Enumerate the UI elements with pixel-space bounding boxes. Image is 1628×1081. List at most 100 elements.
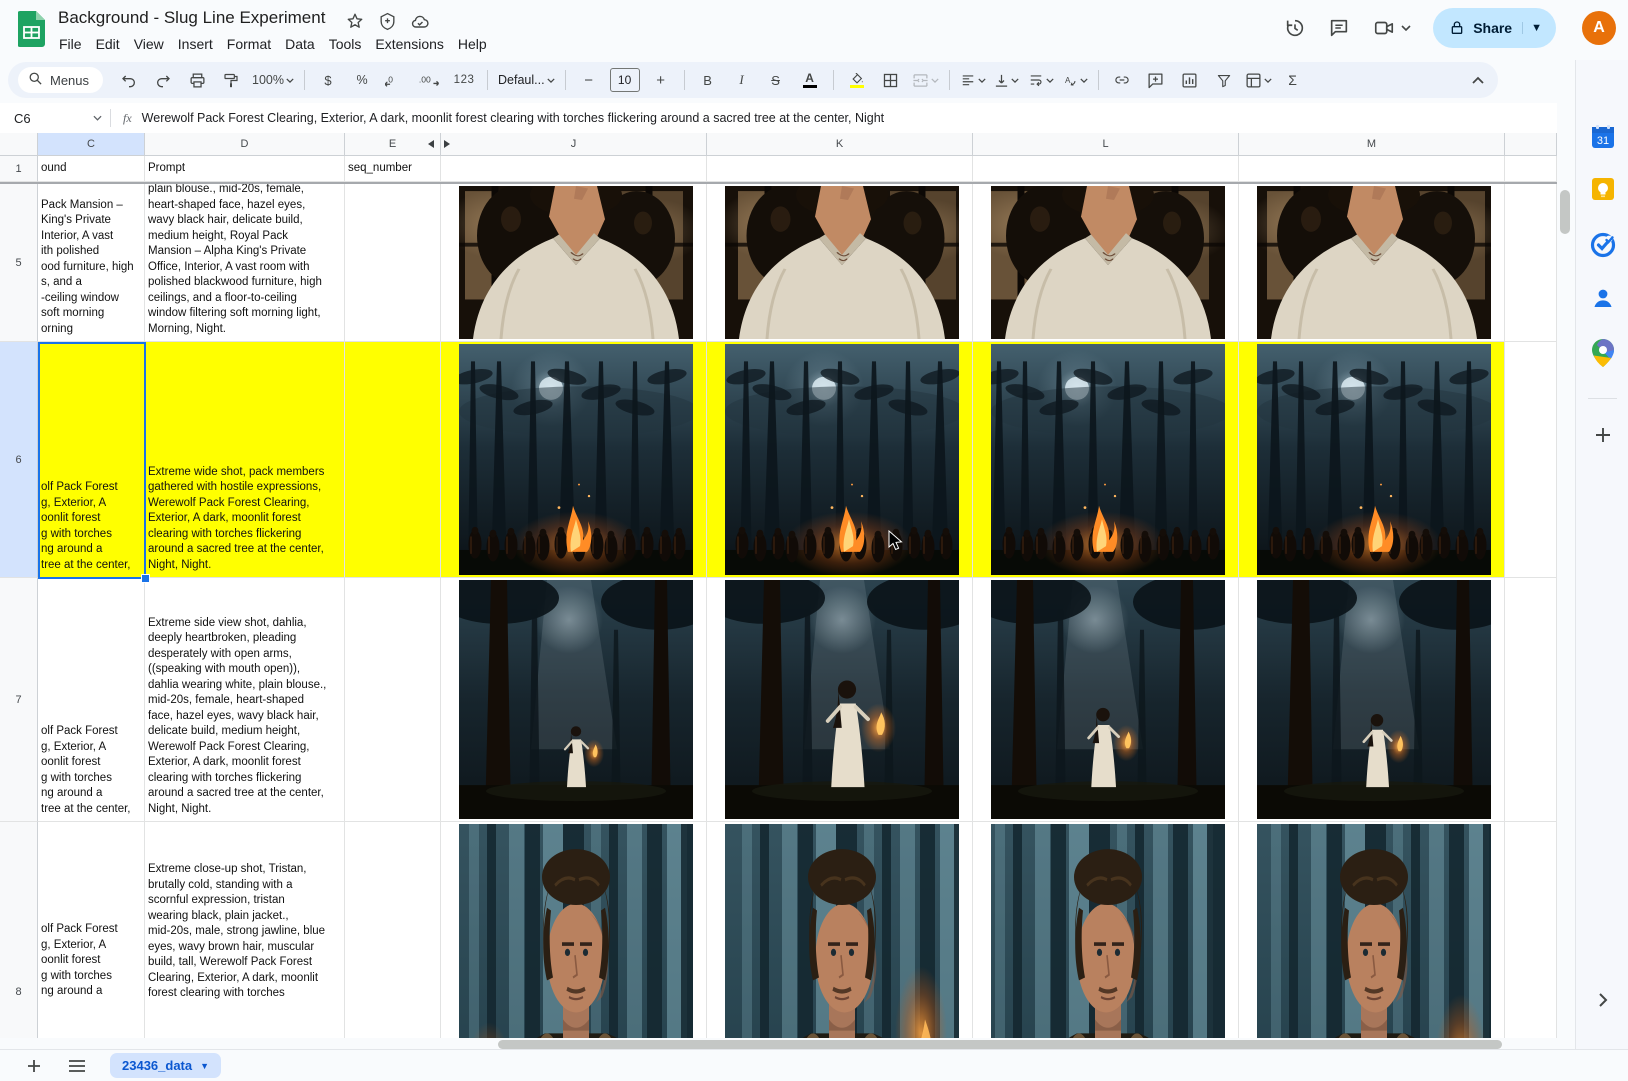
- column-header-E[interactable]: E: [345, 133, 441, 156]
- toolbar-search[interactable]: Menus: [18, 67, 104, 93]
- share-button[interactable]: Share ▼: [1433, 8, 1556, 48]
- cell-n6[interactable]: [1505, 342, 1557, 578]
- cell-n1[interactable]: [1505, 156, 1557, 182]
- comments-icon[interactable]: [1328, 17, 1350, 39]
- insert-chart-button[interactable]: [1174, 67, 1206, 93]
- cell-image-forest-bonfire[interactable]: [991, 344, 1225, 575]
- star-icon[interactable]: [346, 12, 364, 30]
- menu-edit[interactable]: Edit: [89, 33, 127, 55]
- cell-image-forest-woman[interactable]: [725, 580, 959, 819]
- cell-M7[interactable]: [1239, 578, 1505, 822]
- meet-camera-icon[interactable]: [1372, 17, 1396, 39]
- cell-J6[interactable]: [441, 342, 707, 578]
- show-side-panel-icon[interactable]: [1598, 992, 1608, 1008]
- increase-decimal-button[interactable]: .00: [414, 67, 446, 93]
- font-select[interactable]: Defaul...: [495, 67, 558, 93]
- all-sheets-icon[interactable]: [68, 1059, 86, 1073]
- cell-K6[interactable]: [707, 342, 973, 578]
- name-box[interactable]: C6: [0, 111, 110, 126]
- column-header-M[interactable]: M: [1239, 133, 1505, 156]
- cell-L1[interactable]: [973, 156, 1239, 182]
- cell-J1[interactable]: [441, 156, 707, 182]
- cell-image-woman-blouse[interactable]: [725, 186, 959, 339]
- horizontal-align-button[interactable]: [957, 67, 989, 93]
- cell-D8[interactable]: Extreme close-up shot, Tristan, brutally …: [145, 822, 345, 1038]
- tasks-icon[interactable]: [1590, 232, 1616, 258]
- row-header-5[interactable]: 5: [0, 184, 38, 342]
- cell-D7[interactable]: Extreme side view shot, dahlia, deeply he…: [145, 578, 345, 822]
- cell-C1[interactable]: ound: [38, 156, 145, 182]
- zoom-select[interactable]: 100%: [249, 67, 297, 93]
- cell-D6[interactable]: Extreme wide shot, pack members gathered …: [145, 342, 345, 578]
- cell-image-forest-bonfire[interactable]: [725, 344, 959, 575]
- cell-E6[interactable]: 4: [345, 342, 441, 578]
- cell-K7[interactable]: [707, 578, 973, 822]
- select-all-corner[interactable]: [0, 133, 38, 156]
- menu-file[interactable]: File: [52, 33, 89, 55]
- cell-image-man-portrait[interactable]: [725, 824, 959, 1038]
- cell-image-man-portrait[interactable]: [459, 824, 693, 1038]
- menu-data[interactable]: Data: [278, 33, 322, 55]
- vertical-scrollbar[interactable]: [1560, 190, 1570, 234]
- cell-K1[interactable]: [707, 156, 973, 182]
- format-percent-button[interactable]: %: [346, 67, 378, 93]
- merge-cells-button[interactable]: [909, 67, 942, 93]
- document-title[interactable]: Background - Slug Line Experiment: [58, 8, 325, 28]
- cell-image-woman-blouse[interactable]: [1257, 186, 1491, 339]
- maps-icon[interactable]: [1591, 339, 1614, 367]
- calendar-icon[interactable]: 31: [1590, 124, 1616, 150]
- horizontal-scrollbar[interactable]: [498, 1040, 1502, 1049]
- format-currency-button[interactable]: $: [312, 67, 344, 93]
- borders-button[interactable]: [875, 67, 907, 93]
- table-button[interactable]: [1242, 67, 1275, 93]
- row-header-8[interactable]: 8: [0, 822, 38, 1038]
- cell-image-woman-blouse[interactable]: [991, 186, 1225, 339]
- menu-help[interactable]: Help: [451, 33, 494, 55]
- cell-J7[interactable]: [441, 578, 707, 822]
- fill-handle[interactable]: [141, 574, 150, 583]
- hidden-columns-right-marker[interactable]: [444, 140, 450, 148]
- sheets-logo-icon[interactable]: [18, 11, 45, 47]
- bold-button[interactable]: B: [692, 67, 724, 93]
- sheet-tab-active[interactable]: 23436_data ▼: [110, 1053, 222, 1078]
- cell-image-forest-woman[interactable]: [991, 580, 1225, 819]
- menu-extensions[interactable]: Extensions: [368, 33, 450, 55]
- cell-L6[interactable]: [973, 342, 1239, 578]
- menu-view[interactable]: View: [127, 33, 171, 55]
- cell-n5[interactable]: [1505, 184, 1557, 342]
- namebox-caret-icon[interactable]: [93, 115, 102, 121]
- cell-E7[interactable]: 5: [345, 578, 441, 822]
- cell-M1[interactable]: [1239, 156, 1505, 182]
- fill-color-button[interactable]: [841, 67, 873, 93]
- cell-C7[interactable]: olf Pack Forest g, Exterior, Aoonlit fore…: [38, 578, 145, 822]
- column-header-C[interactable]: C: [38, 133, 145, 156]
- cell-C8[interactable]: olf Pack Forest g, Exterior, Aoonlit fore…: [38, 822, 145, 1038]
- cell-L7[interactable]: [973, 578, 1239, 822]
- menu-format[interactable]: Format: [220, 33, 278, 55]
- cell-D5[interactable]: plain blouse., mid-20s, female, heart-sha…: [145, 184, 345, 342]
- strikethrough-button[interactable]: S: [760, 67, 792, 93]
- vertical-align-button[interactable]: [991, 67, 1023, 93]
- column-header-K[interactable]: K: [707, 133, 973, 156]
- cell-D1[interactable]: Prompt: [145, 156, 345, 182]
- cell-L8[interactable]: [973, 822, 1239, 1038]
- cell-image-forest-woman[interactable]: [459, 580, 693, 819]
- menu-insert[interactable]: Insert: [171, 33, 220, 55]
- italic-button[interactable]: I: [726, 67, 758, 93]
- text-rotation-button[interactable]: A: [1059, 67, 1091, 93]
- cell-M8[interactable]: [1239, 822, 1505, 1038]
- contacts-icon[interactable]: [1591, 286, 1615, 310]
- cell-J8[interactable]: [441, 822, 707, 1038]
- functions-button[interactable]: Σ: [1277, 67, 1309, 93]
- cell-image-forest-bonfire[interactable]: [1257, 344, 1491, 575]
- column-header-D[interactable]: D: [145, 133, 345, 156]
- meet-caret-icon[interactable]: [1401, 25, 1411, 31]
- decrease-font-size-button[interactable]: −: [573, 67, 605, 93]
- cell-image-forest-woman[interactable]: [1257, 580, 1491, 819]
- spreadsheet-grid[interactable]: CDEJKLM1 ound Prompt seq_number 5 Pack Ma…: [0, 133, 1557, 1038]
- redo-button[interactable]: [147, 67, 179, 93]
- decrease-decimal-button[interactable]: .0: [380, 67, 412, 93]
- cell-E1[interactable]: seq_number: [345, 156, 441, 182]
- column-header-J[interactable]: J: [441, 133, 707, 156]
- print-button[interactable]: [181, 67, 213, 93]
